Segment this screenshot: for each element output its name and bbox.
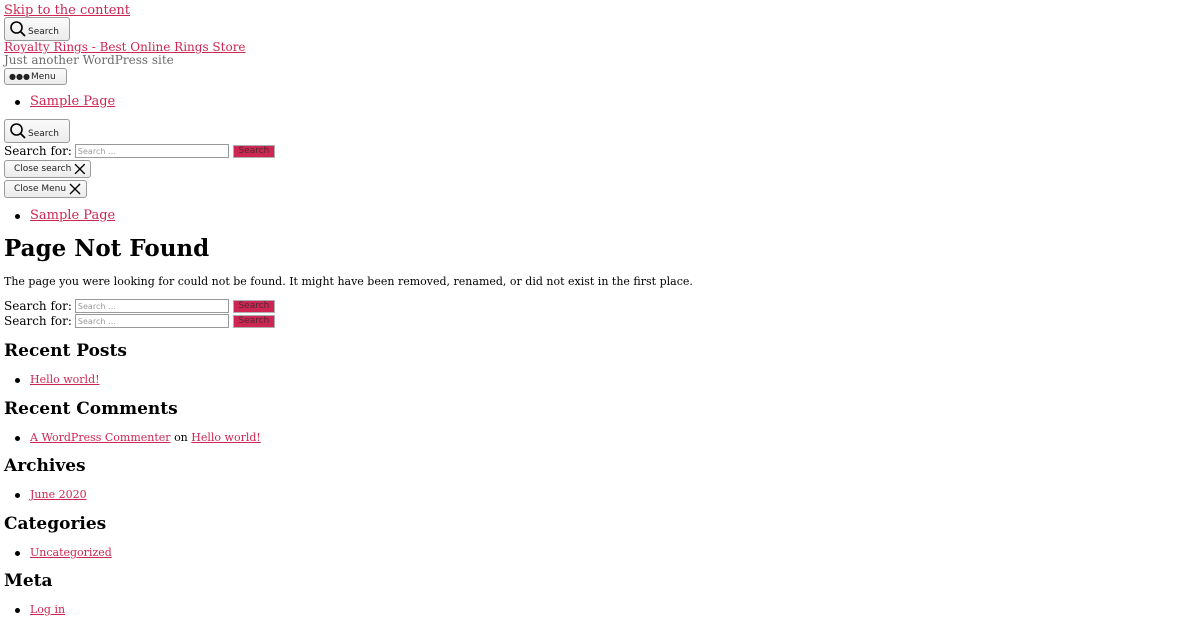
search-modal-toggle-label: Search: [28, 129, 59, 139]
recent-posts-heading: Recent Posts: [4, 341, 127, 361]
search-icon: [10, 123, 26, 139]
close-search-label: Close search: [14, 164, 72, 174]
close-search-button[interactable]: Close search: [4, 160, 91, 178]
primary-menu-item: Sample Page: [4, 94, 115, 110]
list-item: Log in: [4, 602, 65, 618]
search-submit-button[interactable]: Search: [232, 299, 275, 313]
site-description: Just another WordPress site: [4, 53, 174, 67]
page-title: Page Not Found: [4, 235, 210, 262]
close-icon: [69, 183, 81, 195]
meta-list: Log in: [4, 602, 65, 618]
post-link[interactable]: Hello world!: [30, 373, 100, 386]
comment-on-text: on: [174, 431, 188, 444]
list-item: June 2020: [4, 487, 87, 503]
close-menu-label: Close Menu: [14, 184, 67, 194]
meta-heading: Meta: [4, 571, 53, 591]
main-search-form: Search for: Search: [4, 299, 275, 313]
recent-posts-list: Hello world!: [4, 372, 100, 388]
archives-list: June 2020: [4, 487, 87, 503]
close-menu-button[interactable]: Close Menu: [4, 180, 87, 198]
search-toggle-label: Search: [28, 27, 59, 37]
recent-comments-heading: Recent Comments: [4, 399, 178, 419]
ellipsis-icon: ●●●: [9, 71, 30, 81]
search-label: Search for:: [4, 299, 72, 313]
category-link[interactable]: Uncategorized: [30, 546, 112, 559]
skip-to-content-link[interactable]: Skip to the content: [4, 3, 130, 18]
search-toggle-button[interactable]: Search: [4, 17, 70, 41]
list-item: Uncategorized: [4, 545, 112, 561]
comment-author-link[interactable]: A WordPress Commenter: [30, 431, 171, 444]
search-label: Search for:: [4, 314, 72, 328]
categories-heading: Categories: [4, 514, 107, 534]
login-link[interactable]: Log in: [30, 603, 65, 616]
menu-toggle-label: Menu: [30, 71, 56, 82]
search-modal-form: Search for: Search: [4, 144, 275, 158]
sample-page-link[interactable]: Sample Page: [30, 94, 115, 109]
search-submit-button[interactable]: Search: [232, 314, 275, 328]
categories-list: Uncategorized: [4, 545, 112, 561]
primary-menu: Sample Page: [4, 94, 115, 110]
modal-sample-page-link[interactable]: Sample Page: [30, 208, 115, 223]
recent-comments-list: A WordPress Commenter on Hello world!: [4, 430, 261, 446]
search-input[interactable]: [74, 299, 229, 313]
search-input[interactable]: [74, 314, 229, 328]
search-label: Search for:: [4, 144, 72, 158]
comment-post-link[interactable]: Hello world!: [191, 431, 261, 444]
menu-toggle-button[interactable]: ●●● Menu: [4, 68, 67, 85]
archives-heading: Archives: [4, 456, 86, 476]
search-input[interactable]: [74, 144, 229, 158]
site-title-link[interactable]: Royalty Rings - Best Online Rings Store: [4, 40, 246, 54]
list-item: A WordPress Commenter on Hello world!: [4, 430, 261, 446]
archive-link[interactable]: June 2020: [30, 488, 87, 501]
widget-search-form: Search for: Search: [4, 314, 275, 328]
search-submit-button[interactable]: Search: [232, 144, 275, 158]
modal-menu-item: Sample Page: [4, 208, 115, 224]
not-found-message: The page you were looking for could not …: [4, 275, 693, 288]
modal-menu: Sample Page: [4, 208, 115, 224]
list-item: Hello world!: [4, 372, 100, 388]
search-modal-toggle-button[interactable]: Search: [4, 119, 70, 143]
search-icon: [10, 21, 26, 37]
close-icon: [74, 163, 86, 175]
